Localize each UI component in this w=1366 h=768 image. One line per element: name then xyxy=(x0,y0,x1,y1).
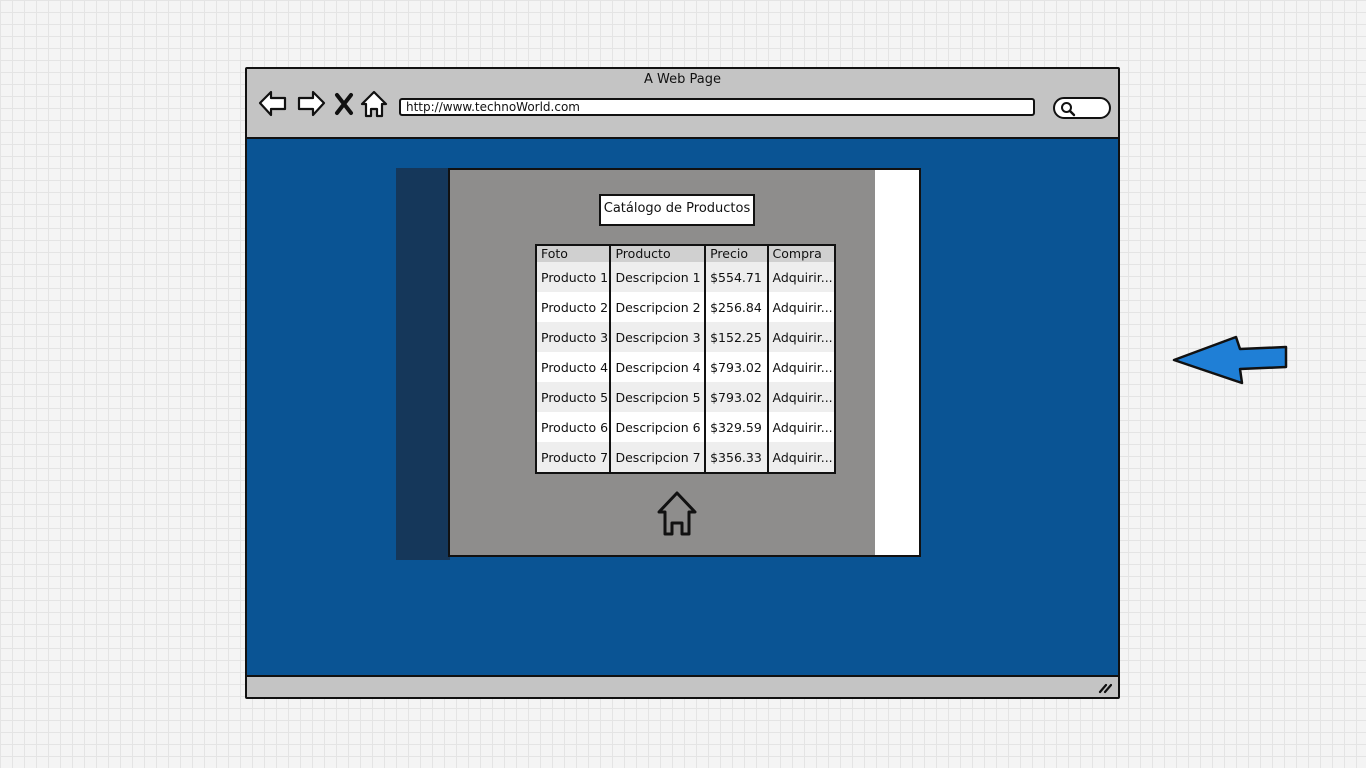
arrow-pointer-icon xyxy=(1172,335,1288,385)
product-price-cell: $152.25 xyxy=(705,322,769,352)
page-viewport: Catálogo de Productos Foto Producto Prec… xyxy=(247,139,1118,677)
buy-link[interactable]: Adquirir... xyxy=(767,412,835,442)
product-price-cell: $793.02 xyxy=(705,352,769,382)
panel-scroll-area xyxy=(875,170,919,555)
url-input[interactable]: http://www.technoWorld.com xyxy=(399,98,1035,116)
product-photo-cell: Producto 2 xyxy=(536,292,612,322)
product-photo-cell: Producto 4 xyxy=(536,352,612,382)
column-header-foto[interactable]: Foto xyxy=(536,245,612,262)
browser-window: A Web Page http://www.technoWorld.com Ca… xyxy=(245,67,1120,699)
home-button[interactable] xyxy=(359,89,389,119)
product-description-cell: Descripcion 2 xyxy=(610,292,707,322)
table-row[interactable]: Producto 3 Descripcion 3 $152.25 Adquiri… xyxy=(536,322,835,352)
catalog-title: Catálogo de Productos xyxy=(599,194,755,226)
table-row[interactable]: Producto 2 Descripcion 2 $256.84 Adquiri… xyxy=(536,292,835,322)
buy-link[interactable]: Adquirir... xyxy=(767,442,835,473)
product-price-cell: $554.71 xyxy=(705,262,769,292)
buy-link[interactable]: Adquirir... xyxy=(767,262,835,292)
product-photo-cell: Producto 5 xyxy=(536,382,612,412)
column-header-compra[interactable]: Compra xyxy=(767,245,835,262)
product-photo-cell: Producto 6 xyxy=(536,412,612,442)
table-row[interactable]: Producto 5 Descripcion 5 $793.02 Adquiri… xyxy=(536,382,835,412)
product-description-cell: Descripcion 6 xyxy=(610,412,707,442)
sidebar-strip xyxy=(396,168,450,560)
product-photo-cell: Producto 1 xyxy=(536,262,612,292)
forward-button[interactable] xyxy=(295,89,327,119)
home-icon xyxy=(657,491,697,536)
column-header-precio[interactable]: Precio xyxy=(705,245,769,262)
product-description-cell: Descripcion 7 xyxy=(610,442,707,473)
product-description-cell: Descripcion 3 xyxy=(610,322,707,352)
stop-button[interactable] xyxy=(333,89,355,119)
product-photo-cell: Producto 7 xyxy=(536,442,612,473)
arrow-right-icon xyxy=(297,90,326,117)
browser-titlebar: A Web Page http://www.technoWorld.com xyxy=(247,69,1118,139)
buy-link[interactable]: Adquirir... xyxy=(767,352,835,382)
search-field[interactable] xyxy=(1053,97,1111,119)
close-icon xyxy=(335,93,353,115)
product-description-cell: Descripcion 1 xyxy=(610,262,707,292)
window-title: A Web Page xyxy=(644,72,721,87)
table-header-row: Foto Producto Precio Compra xyxy=(536,245,835,262)
browser-statusbar xyxy=(247,677,1118,697)
product-table: Foto Producto Precio Compra Producto 1 D… xyxy=(535,244,836,474)
home-icon xyxy=(360,90,388,118)
buy-link[interactable]: Adquirir... xyxy=(767,292,835,322)
table-row[interactable]: Producto 4 Descripcion 4 $793.02 Adquiri… xyxy=(536,352,835,382)
product-price-cell: $356.33 xyxy=(705,442,769,473)
table-row[interactable]: Producto 6 Descripcion 6 $329.59 Adquiri… xyxy=(536,412,835,442)
buy-link[interactable]: Adquirir... xyxy=(767,322,835,352)
catalog-panel: Catálogo de Productos Foto Producto Prec… xyxy=(448,168,921,557)
table-row[interactable]: Producto 7 Descripcion 7 $356.33 Adquiri… xyxy=(536,442,835,473)
back-button[interactable] xyxy=(257,89,289,119)
product-price-cell: $793.02 xyxy=(705,382,769,412)
product-photo-cell: Producto 3 xyxy=(536,322,612,352)
product-price-cell: $256.84 xyxy=(705,292,769,322)
search-icon xyxy=(1061,102,1076,117)
buy-link[interactable]: Adquirir... xyxy=(767,382,835,412)
product-description-cell: Descripcion 4 xyxy=(610,352,707,382)
table-row[interactable]: Producto 1 Descripcion 1 $554.71 Adquiri… xyxy=(536,262,835,292)
arrow-left-icon xyxy=(258,90,287,117)
column-header-producto[interactable]: Producto xyxy=(610,245,707,262)
resize-grip-icon[interactable] xyxy=(1098,680,1112,694)
home-link[interactable] xyxy=(655,490,699,538)
product-price-cell: $329.59 xyxy=(705,412,769,442)
product-description-cell: Descripcion 5 xyxy=(610,382,707,412)
